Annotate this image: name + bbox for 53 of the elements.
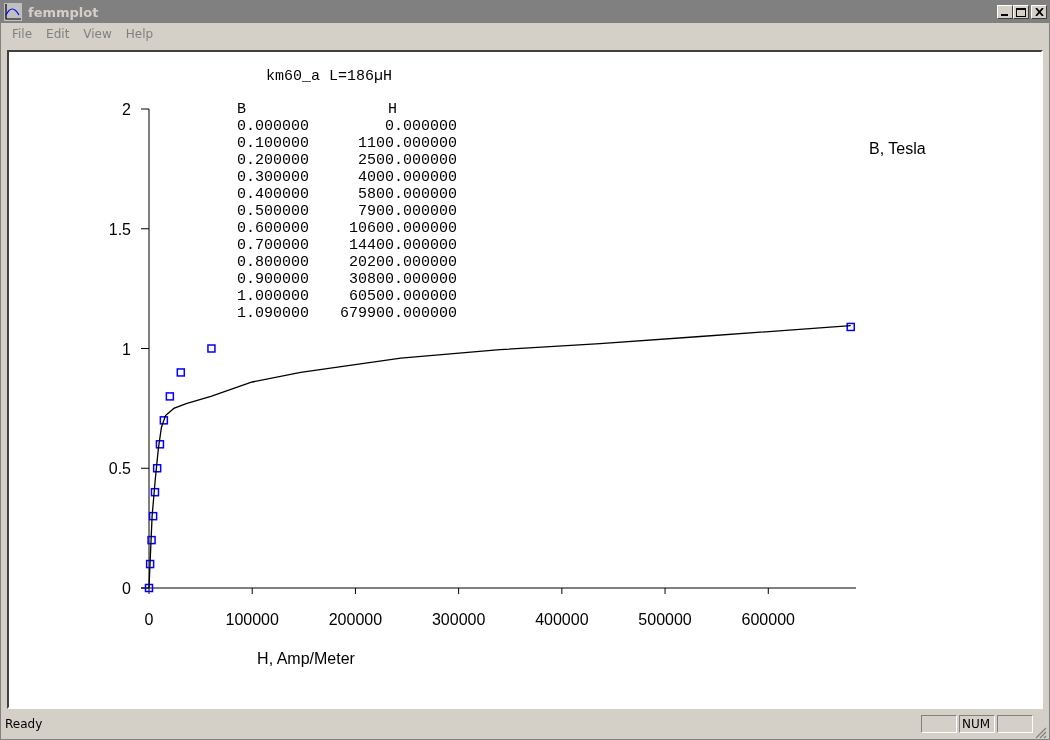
table-cell: 0.800000 — [237, 254, 309, 271]
maximize-icon — [1016, 7, 1026, 17]
plot-app-icon — [4, 3, 22, 21]
window-title: femmplot — [28, 4, 100, 20]
table-cell: 0.400000 — [237, 186, 309, 203]
x-tick-label: 300000 — [431, 611, 486, 628]
table-cell: 0.600000 — [237, 220, 309, 237]
y-tick-label: 1.5 — [108, 220, 131, 238]
table-cell: 1.090000 — [237, 305, 309, 322]
table-cell: 60500.000000 — [348, 288, 457, 305]
x-tick-label: 400000 — [535, 611, 589, 628]
x-tick-label: 500000 — [638, 611, 692, 628]
resize-grip-icon[interactable] — [1035, 727, 1047, 739]
status-pane — [921, 715, 957, 733]
table-cell: 4000.000000 — [357, 169, 457, 186]
table-cell: 14400.000000 — [348, 237, 457, 254]
table-cell: 1100.000000 — [357, 135, 457, 152]
table-cell: 30800.000000 — [348, 271, 457, 288]
table-cell: 0.200000 — [237, 152, 309, 169]
table-cell: 10600.000000 — [348, 220, 457, 237]
num-lock-indicator: NUM — [959, 715, 995, 733]
maximize-button[interactable] — [1013, 5, 1029, 19]
close-button[interactable] — [1031, 5, 1047, 19]
table-cell: 5800.000000 — [357, 186, 457, 203]
y-tick-label: 0 — [122, 580, 131, 597]
y-axis-label: B, Tesla — [869, 140, 926, 157]
table-cell: 2500.000000 — [357, 152, 457, 169]
x-tick-label: 600000 — [741, 611, 795, 628]
table-cell: 0.000000 — [237, 118, 309, 135]
table-cell: 0.000000 — [385, 118, 457, 135]
x-tick-label: 0 — [144, 611, 154, 628]
y-tick-label: 1 — [122, 340, 131, 358]
plot-title: km60_a L=186µH — [266, 68, 393, 85]
table-cell: 0.900000 — [237, 271, 309, 288]
y-tick-label: 2 — [122, 101, 131, 118]
minimize-button[interactable] — [997, 5, 1013, 19]
y-tick-label: 0.5 — [108, 460, 131, 478]
table-cell: 0.500000 — [237, 203, 309, 220]
status-pane — [997, 715, 1033, 733]
x-tick-label: 200000 — [328, 611, 383, 628]
table-cell: 679900.000000 — [339, 305, 457, 322]
x-axis-label: H, Amp/Meter — [257, 650, 355, 667]
column-header: H — [388, 101, 397, 118]
table-cell: 0.700000 — [237, 237, 309, 254]
table-cell: 1.000000 — [237, 288, 309, 305]
table-cell: 20200.000000 — [348, 254, 457, 271]
table-cell: 0.100000 — [237, 135, 309, 152]
table-cell: 0.300000 — [237, 169, 309, 186]
column-header: B — [237, 101, 246, 118]
status-text: Ready — [5, 717, 44, 731]
x-tick-label: 100000 — [225, 611, 279, 628]
table-cell: 7900.000000 — [357, 203, 457, 220]
close-icon — [1034, 8, 1044, 16]
